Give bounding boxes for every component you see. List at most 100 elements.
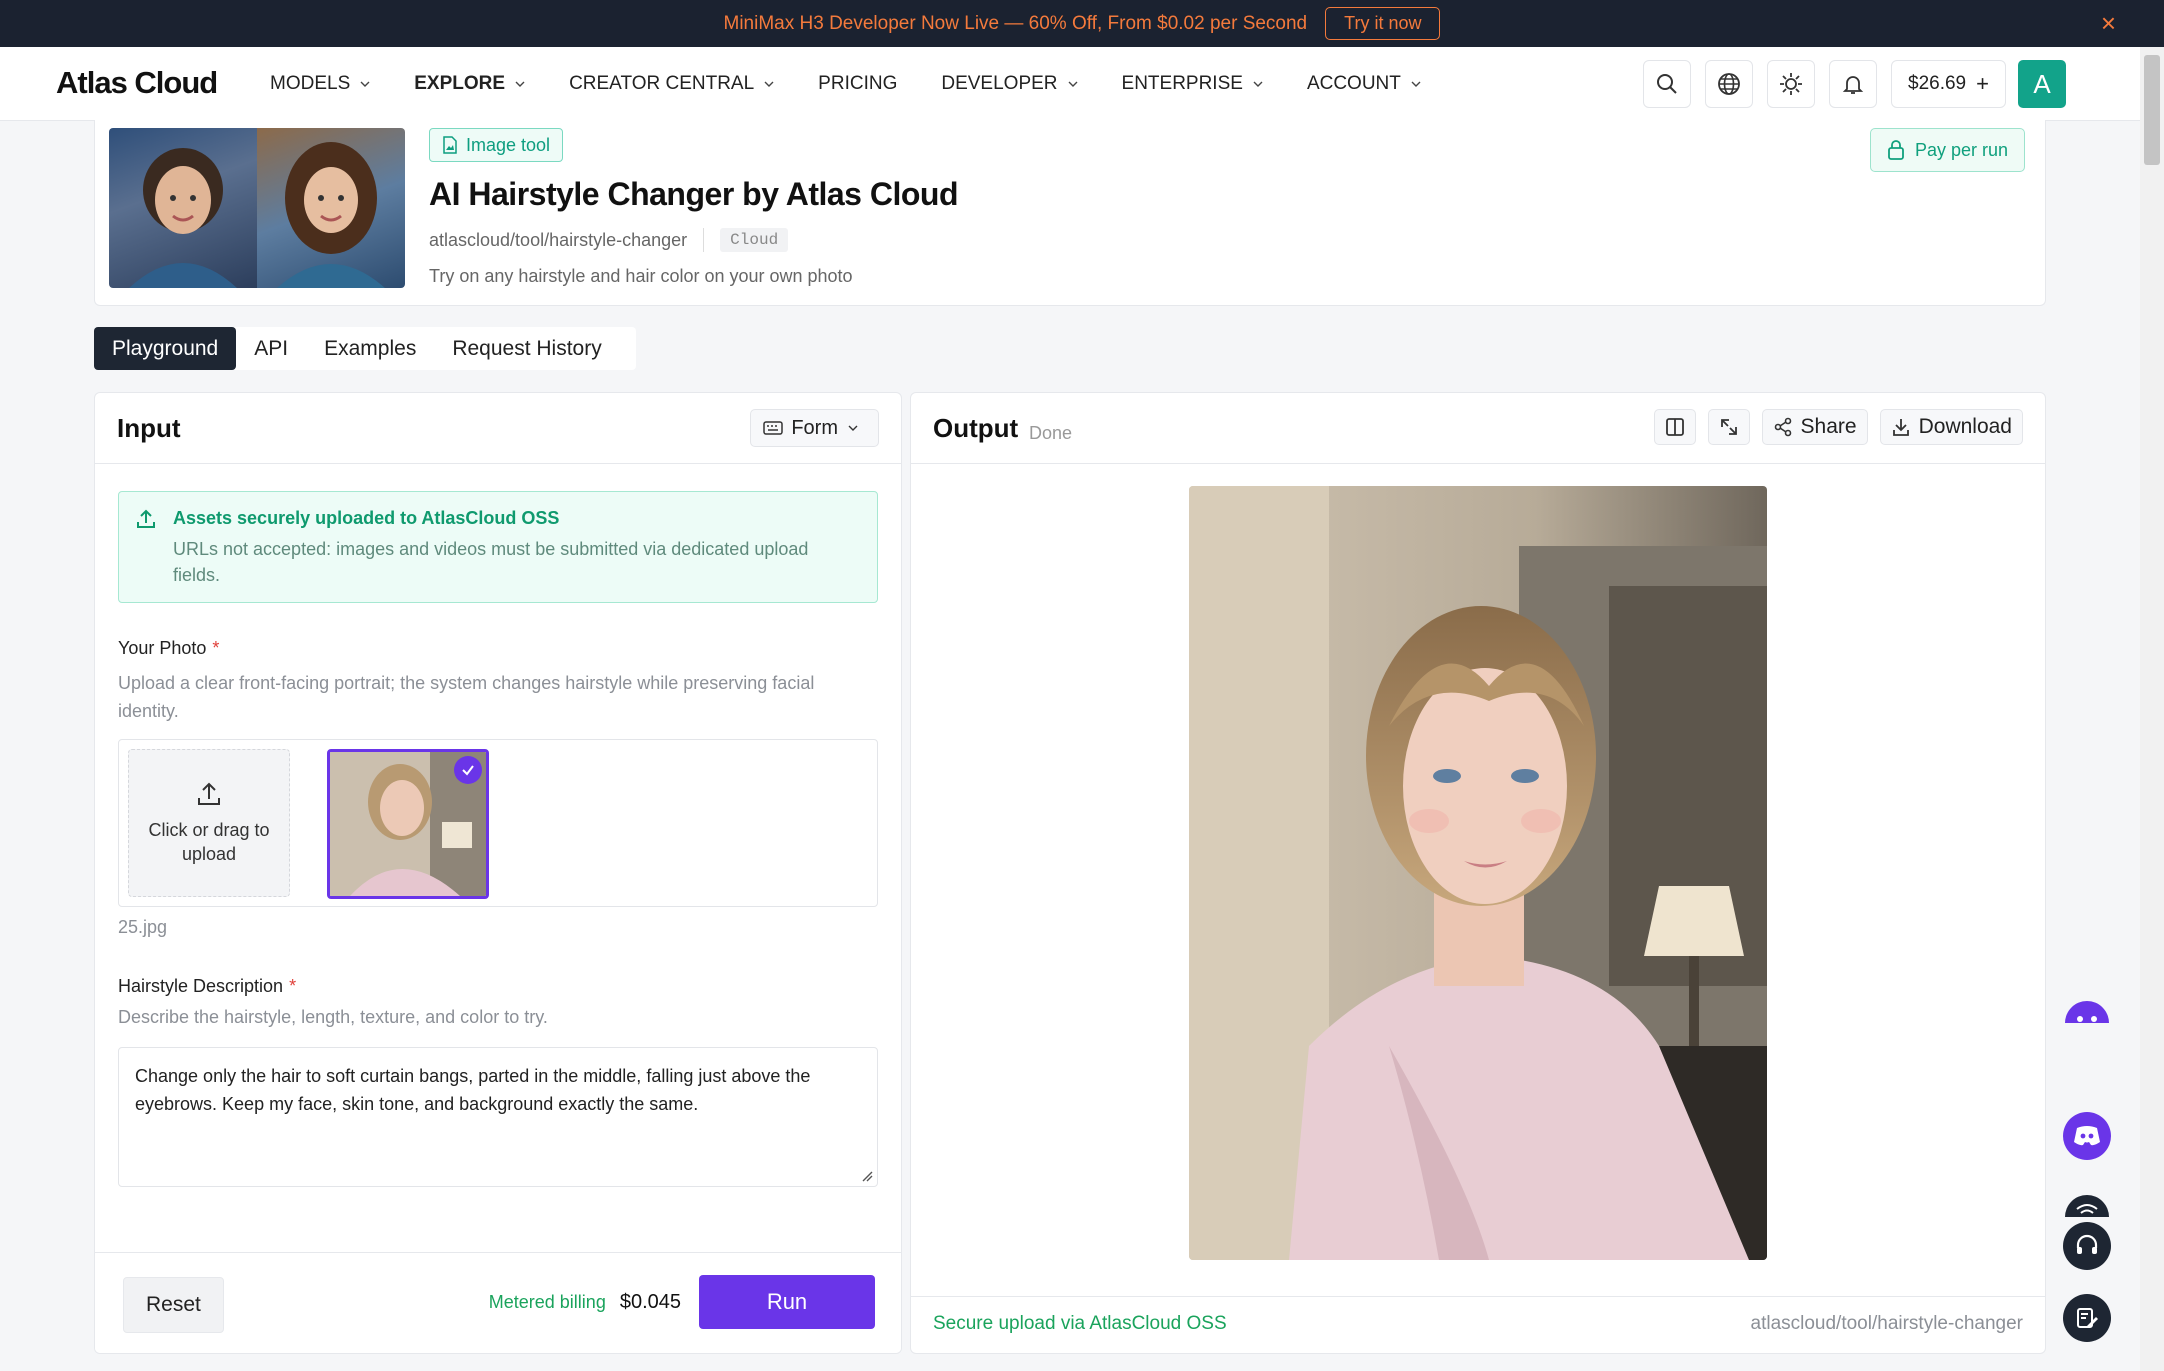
menu-pricing[interactable]: PRICING <box>818 73 897 95</box>
chevron-down-icon <box>1253 81 1263 87</box>
tab-playground[interactable]: Playground <box>94 327 237 370</box>
menu-models[interactable]: MODELS <box>270 73 370 95</box>
nav-actions: $26.69 + A <box>1629 60 2066 108</box>
share-icon <box>1774 417 1791 437</box>
menu-label: MODELS <box>270 72 351 94</box>
tab-api[interactable]: API <box>236 327 306 370</box>
uploaded-photo-thumbnail[interactable] <box>327 749 489 899</box>
hairstyle-label: Hairstyle Description <box>118 976 284 996</box>
feedback-button[interactable] <box>2063 1294 2111 1342</box>
close-icon[interactable]: × <box>2101 10 2116 36</box>
logo[interactable]: Atlas Cloud <box>56 65 218 101</box>
download-icon <box>1892 419 1909 436</box>
menu-developer[interactable]: DEVELOPER <box>941 72 1078 95</box>
download-button[interactable]: Download <box>1879 409 2023 445</box>
uploaded-filename: 25.jpg <box>118 917 168 937</box>
avatar[interactable]: A <box>2018 60 2066 108</box>
language-button[interactable] <box>1705 60 1754 108</box>
required-mark: * <box>289 976 297 996</box>
page-scrollbar[interactable] <box>2140 47 2164 1371</box>
assistant-button[interactable] <box>2063 990 2111 1038</box>
share-label: Share <box>1800 415 1857 438</box>
chevron-down-icon <box>764 81 774 87</box>
main-menu: MODELS EXPLORE CREATOR CENTRAL PRICING D… <box>270 47 1465 120</box>
hairstyle-description-input[interactable]: Change only the hair to soft curtain ban… <box>118 1047 878 1187</box>
discord-icon <box>2074 1126 2100 1146</box>
pay-per-run-label: Pay per run <box>1914 139 2008 160</box>
model-slug: atlascloud/tool/hairstyle-changer <box>429 229 688 250</box>
menu-creator-central[interactable]: CREATOR CENTRAL <box>569 73 774 95</box>
hair-label-row: Hairstyle Description * <box>118 976 296 997</box>
chevron-down-icon <box>515 81 525 87</box>
globe-icon <box>1718 73 1740 95</box>
notice-body: URLs not accepted: images and videos mus… <box>173 539 809 585</box>
menu-label: DEVELOPER <box>941 72 1058 94</box>
scrollbar-thumb[interactable] <box>2144 55 2160 165</box>
required-mark: * <box>212 638 220 658</box>
model-thumbnail <box>109 128 405 288</box>
theme-toggle-button[interactable] <box>1767 60 1816 108</box>
input-title: Input <box>117 413 181 443</box>
discord-button[interactable] <box>2063 1112 2111 1160</box>
menu-explore[interactable]: EXPLORE <box>414 73 525 95</box>
output-status: Done <box>1029 423 1073 443</box>
resize-handle-icon[interactable] <box>861 1170 873 1182</box>
expand-icon <box>1720 419 1737 435</box>
menu-enterprise[interactable]: ENTERPRISE <box>1122 73 1263 95</box>
balance-button[interactable]: $26.69 + <box>1891 60 2006 108</box>
run-button[interactable]: Run <box>699 1275 875 1329</box>
share-button[interactable]: Share <box>1761 409 1868 445</box>
menu-label: CREATOR CENTRAL <box>569 72 755 94</box>
bot-icon <box>2065 1001 2109 1023</box>
chevron-down-icon <box>1411 81 1421 87</box>
input-panel: Input Form Assets securely uploaded to A… <box>94 392 902 1354</box>
split-view-icon <box>1665 418 1684 436</box>
split-view-button[interactable] <box>1653 409 1696 445</box>
photo-upload-area: Click or drag to upload <box>118 739 878 907</box>
keyboard-icon <box>763 421 784 435</box>
search-button[interactable] <box>1643 60 1692 108</box>
billing-label: Metered billing <box>488 1292 606 1312</box>
output-model-path: atlascloud/tool/hairstyle-changer <box>1750 1313 2024 1334</box>
divider <box>703 228 705 252</box>
image-file-icon <box>443 136 457 154</box>
divider <box>911 463 2045 464</box>
upload-icon <box>198 782 220 805</box>
output-title: Output <box>933 413 1019 443</box>
top-nav: Atlas Cloud MODELS EXPLORE CREATOR CENTR… <box>0 47 2140 121</box>
headset-icon <box>2076 1234 2098 1254</box>
try-it-now-button[interactable]: Try it now <box>1325 7 1441 40</box>
photo-label: Your Photo <box>118 638 207 658</box>
wifi-icon <box>2065 1195 2109 1217</box>
tab-request-history[interactable]: Request History <box>434 327 619 370</box>
signal-button[interactable] <box>2063 1180 2111 1228</box>
tag-label: Image tool <box>466 134 551 155</box>
fullscreen-button[interactable] <box>1707 409 1750 445</box>
search-icon <box>1657 74 1677 94</box>
divider <box>95 463 901 464</box>
menu-account[interactable]: ACCOUNT <box>1307 73 1421 95</box>
hairstyle-description-value: Change only the hair to soft curtain ban… <box>135 1066 811 1114</box>
notifications-button[interactable] <box>1829 60 1878 108</box>
form-mode-select[interactable]: Form <box>750 409 879 447</box>
menu-label: ACCOUNT <box>1306 72 1401 94</box>
sun-icon <box>1780 73 1803 95</box>
output-image[interactable] <box>1189 486 1767 1260</box>
download-label: Download <box>1918 415 2012 438</box>
support-button[interactable] <box>2063 1222 2111 1270</box>
upload-icon <box>137 509 155 528</box>
run-price: $0.045 <box>619 1291 681 1313</box>
tab-examples[interactable]: Examples <box>306 327 434 370</box>
menu-label: ENTERPRISE <box>1121 72 1243 94</box>
tab-bar: Playground API Examples Request History <box>94 327 636 370</box>
upload-text: Click or drag to upload <box>148 820 270 864</box>
output-toolbar: Share Download <box>1642 409 2023 445</box>
upload-dropzone[interactable]: Click or drag to upload <box>128 749 290 897</box>
reset-button[interactable]: Reset <box>123 1277 224 1333</box>
model-header: Image tool AI Hairstyle Changer by Atlas… <box>94 120 2046 306</box>
pay-per-run-button[interactable]: Pay per run <box>1869 128 2025 172</box>
chevron-down-icon <box>848 425 858 431</box>
menu-label: EXPLORE <box>414 72 506 94</box>
output-panel: Output Done Share Download Secure upload… <box>910 392 2046 1354</box>
chevron-down-icon <box>360 81 370 87</box>
